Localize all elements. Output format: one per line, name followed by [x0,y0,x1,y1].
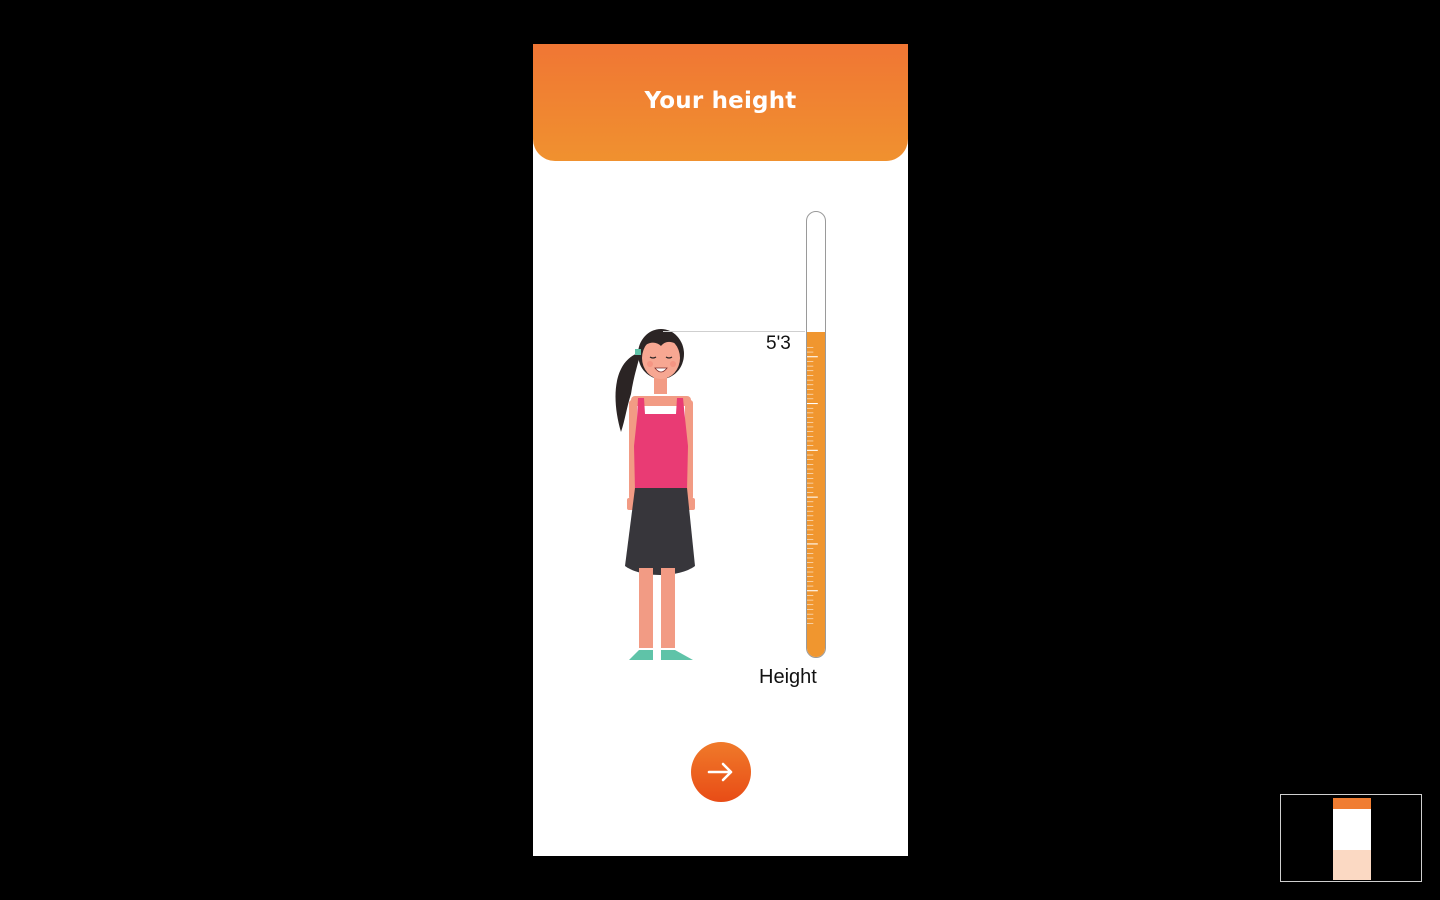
height-value: 5'3 [766,333,791,354]
height-slider[interactable] [806,211,826,658]
left-leg [639,568,653,648]
minimap-footer [1333,850,1371,880]
tank-top [634,398,688,490]
height-guide-line [663,331,805,332]
page-title: Your height [644,88,797,114]
person-illustration [615,329,695,660]
hair-band [635,349,641,355]
skirt [625,488,695,575]
minimap-preview [1333,798,1371,880]
height-slider-ticks [807,347,818,624]
next-button[interactable] [691,742,751,802]
screen-backdrop: Your height 5'3 Height [0,0,1440,900]
minimap-header [1333,798,1371,809]
arrow-right-icon [707,762,733,782]
header-bar: Your height [533,44,908,161]
app-screen: Your height 5'3 Height [533,44,908,856]
left-shoe [629,650,653,660]
height-axis-label: Height [759,666,817,688]
right-leg [661,568,675,648]
right-shoe [661,650,693,660]
screen-minimap[interactable] [1280,794,1422,882]
